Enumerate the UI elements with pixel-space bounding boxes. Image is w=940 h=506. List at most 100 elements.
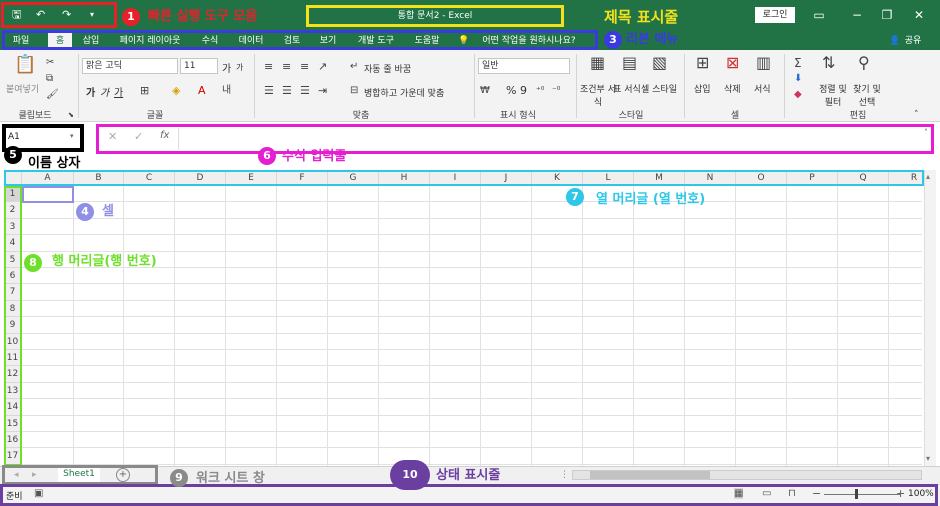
callout-cell: 셀 xyxy=(102,204,114,219)
dialog-launcher-icon[interactable]: ⬊ xyxy=(68,108,74,122)
callout-quick-access: 빠른 실행 도구 모음 xyxy=(148,9,258,24)
ribbon-display-icon[interactable]: ▭ xyxy=(808,6,830,24)
autosum-icon[interactable]: Σ xyxy=(794,56,802,70)
worksheet-grid[interactable]: A B C D E F G H I J K L M N O P Q R 1 2 3 4 5 6 7 8 9 10 11 12 13 14 15 1… xyxy=(4,170,924,466)
login-button[interactable]: 로그인 xyxy=(755,7,795,23)
wrap-text-icon[interactable]: ↵ xyxy=(350,60,358,74)
sort-filter-icon[interactable]: ⇅ xyxy=(822,55,835,71)
collapse-ribbon-icon[interactable]: ˄ xyxy=(914,108,919,122)
format-as-table-button[interactable]: 표 서식 xyxy=(612,82,642,95)
grid-line xyxy=(837,186,838,466)
align-top-icon[interactable]: ≡ xyxy=(264,60,273,74)
insert-function-icon[interactable]: fx xyxy=(160,130,169,141)
cut-icon[interactable]: ✂ xyxy=(46,56,54,70)
close-icon[interactable]: ✕ xyxy=(908,6,930,24)
grid-line xyxy=(22,431,922,432)
comma-button[interactable]: 9 xyxy=(520,84,527,97)
row-header-highlight xyxy=(4,186,22,466)
expand-formula-icon[interactable]: ˄ xyxy=(924,128,928,137)
number-format-select[interactable]: 일반 xyxy=(478,58,570,74)
insert-cells-icon[interactable]: ⊞ xyxy=(696,55,709,71)
copy-icon[interactable]: ⧉ xyxy=(46,72,53,86)
percent-button[interactable]: % xyxy=(506,84,516,97)
grow-font-button[interactable]: 가 xyxy=(222,60,231,75)
scroll-down-icon[interactable]: ▾ xyxy=(926,454,930,463)
callout-badge-10: 10 xyxy=(390,460,430,490)
insert-cells-button[interactable]: 삽입 xyxy=(694,82,711,95)
conditional-format-icon[interactable]: ▦ xyxy=(590,55,605,71)
format-cells-icon[interactable]: ▥ xyxy=(756,55,771,71)
worksheet-tab-highlight xyxy=(2,465,158,485)
quick-access-highlight xyxy=(1,2,117,28)
name-box-dropdown-icon[interactable]: ▾ xyxy=(70,132,74,140)
font-group-label: 글꼴 xyxy=(146,111,164,121)
font-size-select[interactable]: 11 xyxy=(180,58,218,74)
grid-line xyxy=(22,299,922,301)
minimize-icon[interactable]: − xyxy=(846,6,868,24)
status-bar-highlight xyxy=(0,484,938,506)
cell-styles-button[interactable]: 셀 스타일 xyxy=(640,82,678,95)
shrink-font-button[interactable]: 가 xyxy=(236,62,243,73)
enter-icon[interactable]: ✓ xyxy=(134,130,143,143)
italic-button[interactable]: 가 xyxy=(100,84,109,99)
align-left-icon[interactable]: ☰ xyxy=(264,84,274,98)
merge-center-icon[interactable]: ⊟ xyxy=(350,84,358,98)
paste-icon[interactable]: 📋 xyxy=(14,56,36,74)
cancel-icon[interactable]: ✕ xyxy=(108,130,117,143)
callout-badge-4: 4 xyxy=(76,203,94,221)
find-select-button[interactable]: 찾기 및 선택 xyxy=(850,82,884,108)
find-select-icon[interactable]: ⚲ xyxy=(858,55,870,71)
phonetic-icon[interactable]: 내 xyxy=(222,84,231,98)
fill-color-icon[interactable]: ◈ xyxy=(172,84,180,98)
callout-status-bar: 상태 표시줄 xyxy=(436,468,501,483)
delete-cells-button[interactable]: 삭제 xyxy=(724,82,741,95)
vertical-scrollbar[interactable] xyxy=(924,170,936,466)
grid-line xyxy=(22,283,922,285)
share-button[interactable]: 공유 xyxy=(902,32,924,50)
clear-icon[interactable]: ◆ xyxy=(794,88,802,102)
underline-button[interactable]: 가 xyxy=(114,84,123,99)
border-icon[interactable]: ⊞ xyxy=(140,84,149,98)
splitter-icon[interactable]: ⋮ xyxy=(560,470,569,480)
scroll-up-icon[interactable]: ▴ xyxy=(926,172,930,181)
align-bottom-icon[interactable]: ≡ xyxy=(300,60,309,74)
format-as-table-icon[interactable]: ▤ xyxy=(622,55,637,71)
fill-icon[interactable]: ⬇ xyxy=(794,72,802,86)
formula-bar[interactable] xyxy=(96,124,934,154)
increase-decimal-icon[interactable]: ⁺⁰ xyxy=(536,84,544,98)
grid-line xyxy=(22,234,922,236)
align-middle-icon[interactable]: ≡ xyxy=(282,60,291,74)
font-color-icon[interactable]: A xyxy=(198,84,206,98)
number-group-label: 표시 형식 xyxy=(500,111,536,121)
grid-line xyxy=(22,217,922,219)
grid-line xyxy=(174,186,175,466)
restore-icon[interactable]: ❐ xyxy=(876,6,898,24)
format-cells-button[interactable]: 서식 xyxy=(754,82,771,95)
sort-filter-button[interactable]: 정렬 및 필터 xyxy=(816,82,850,108)
align-right-icon[interactable]: ☰ xyxy=(300,84,310,98)
group-divider xyxy=(78,54,79,118)
paste-button[interactable]: 붙여넣기 xyxy=(6,82,39,95)
active-cell-a1[interactable] xyxy=(22,186,74,203)
grid-line xyxy=(633,186,634,466)
decrease-decimal-icon[interactable]: ⁻⁰ xyxy=(552,84,560,98)
merge-center-button[interactable]: 병합하고 가운데 맞춤 xyxy=(364,86,444,99)
horizontal-scroll-thumb[interactable] xyxy=(590,471,710,479)
currency-icon[interactable]: ₩ xyxy=(480,84,490,98)
align-center-icon[interactable]: ☰ xyxy=(282,84,292,98)
cell-styles-icon[interactable]: ▧ xyxy=(652,55,667,71)
indent-icon[interactable]: ⇥ xyxy=(318,84,327,98)
grid-line xyxy=(22,267,922,268)
group-divider xyxy=(784,54,785,118)
grid-line xyxy=(22,414,922,416)
bold-button[interactable]: 가 xyxy=(86,84,95,99)
group-divider xyxy=(474,54,475,118)
wrap-text-button[interactable]: 자동 줄 바꿈 xyxy=(364,62,411,75)
font-name-select[interactable]: 맑은 고딕 xyxy=(82,58,178,74)
orientation-icon[interactable]: ↗ xyxy=(318,60,327,74)
callout-badge-1: 1 xyxy=(122,8,140,26)
callout-formula-bar: 수식 입력줄 xyxy=(282,149,347,164)
format-painter-icon[interactable]: 🖌 xyxy=(46,88,59,102)
delete-cells-icon[interactable]: ⊠ xyxy=(726,55,739,71)
conditional-format-button[interactable]: 조건부 서식 xyxy=(580,82,616,108)
